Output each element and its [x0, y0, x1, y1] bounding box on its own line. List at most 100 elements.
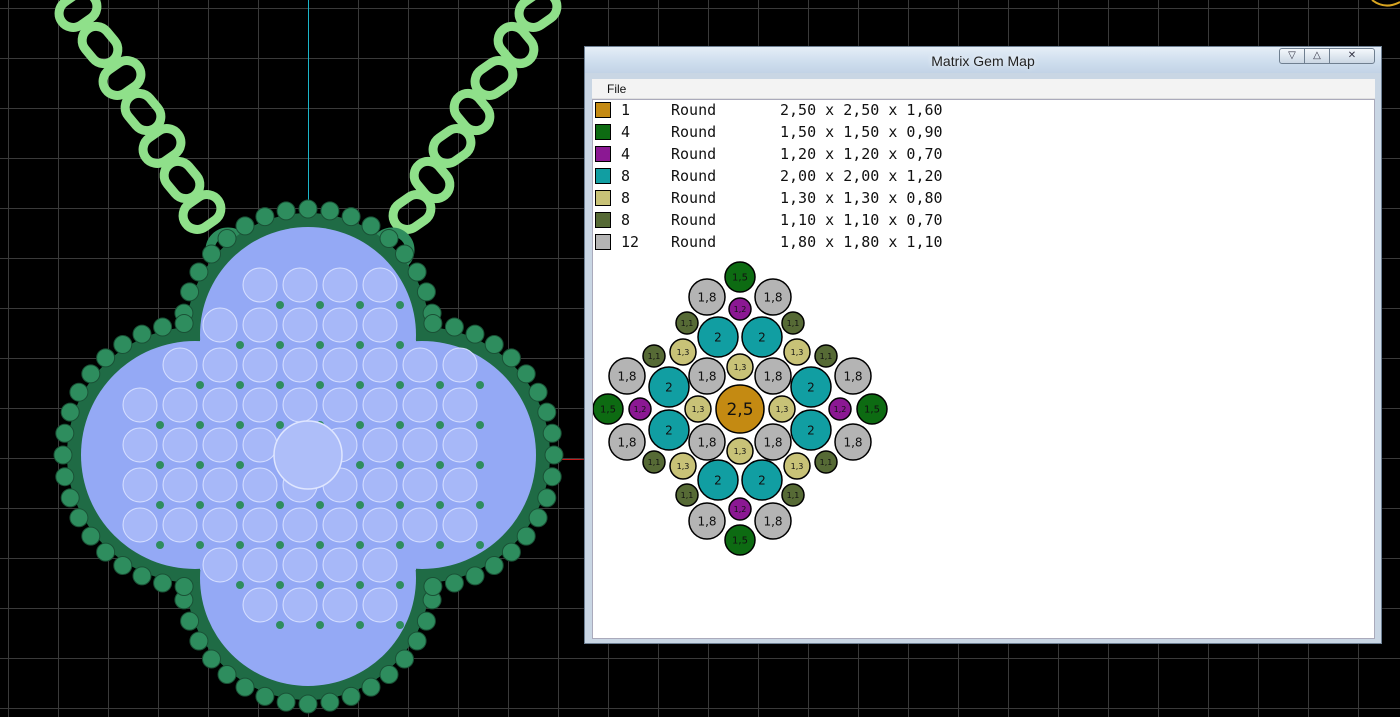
legend-row: 1 Round 2,50 x 2,50 x 1,60: [593, 100, 1093, 122]
corner-gizmo-icon: [1371, 0, 1400, 7]
prong: [156, 541, 164, 549]
gem-size-label: 2: [714, 473, 722, 487]
gem-size-label: 1,2: [734, 305, 747, 314]
gem-size-label: 1,2: [734, 505, 747, 514]
prong: [476, 461, 484, 469]
maximize-button[interactable]: △: [1304, 48, 1330, 64]
pave-stone: [282, 307, 318, 343]
prong: [236, 421, 244, 429]
gem-size-label: 1,2: [634, 405, 647, 414]
stone-shape: Round: [671, 145, 717, 163]
gem-size-label: 2,5: [726, 400, 753, 420]
edge-bead: [444, 573, 464, 593]
prong: [436, 421, 444, 429]
pave-stone: [282, 267, 318, 303]
prong: [196, 501, 204, 509]
edge-bead: [81, 364, 101, 384]
prong: [236, 461, 244, 469]
edge-bead: [395, 244, 414, 264]
prong: [276, 541, 284, 549]
gem-size-label: 1,8: [697, 514, 716, 528]
gem-size-label: 2: [665, 380, 673, 394]
edge-bead: [528, 382, 548, 402]
pave-stone: [122, 467, 158, 503]
gem-size-label: 1,3: [734, 363, 747, 372]
edge-bead: [416, 282, 436, 302]
maximize-icon: △: [1313, 50, 1321, 61]
pave-stone: [162, 507, 198, 543]
edge-bead: [407, 262, 427, 282]
pave-stone: [322, 507, 358, 543]
prong: [316, 541, 324, 549]
pave-stone: [282, 507, 318, 543]
edge-bead: [69, 508, 89, 528]
pave-stone: [162, 467, 198, 503]
matrix-gem-map-window[interactable]: Matrix Gem Map ▽ △ ✕ File 1 Round 2,50 x 2…: [584, 46, 1382, 644]
pave-stone: [202, 427, 238, 463]
stone-dimensions: 1,10 x 1,10 x 0,70: [780, 211, 943, 229]
legend-row: 4 Round 1,20 x 1,20 x 0,70: [593, 144, 1093, 166]
edge-bead: [153, 573, 173, 593]
title-bar[interactable]: Matrix Gem Map ▽ △ ✕: [585, 47, 1381, 73]
pave-stone: [322, 347, 358, 383]
pave-stone: [282, 587, 318, 623]
prong: [476, 501, 484, 509]
gem-size-label: 2: [758, 473, 766, 487]
close-button[interactable]: ✕: [1329, 48, 1375, 64]
pave-stone: [162, 387, 198, 423]
edge-bead: [423, 314, 443, 333]
edge-bead: [528, 508, 548, 528]
prong: [396, 461, 404, 469]
center-stone: [273, 420, 343, 490]
prong: [396, 501, 404, 509]
edge-bead: [379, 665, 399, 684]
edge-bead: [174, 314, 194, 333]
prong: [356, 461, 364, 469]
pave-stone: [322, 387, 358, 423]
prong: [236, 501, 244, 509]
edge-bead: [395, 649, 414, 669]
edge-bead: [255, 207, 275, 227]
prong: [356, 421, 364, 429]
edge-bead: [320, 692, 340, 712]
pave-stone: [402, 427, 438, 463]
edge-bead: [153, 317, 173, 337]
gem-size-label: 1,8: [617, 369, 636, 383]
pave-stone: [162, 347, 198, 383]
window-title: Matrix Gem Map: [931, 53, 1035, 69]
menu-file[interactable]: File: [607, 82, 626, 96]
pave-stone: [322, 267, 358, 303]
pave-stone: [122, 387, 158, 423]
prong: [436, 501, 444, 509]
prong: [356, 341, 364, 349]
pendant-model[interactable]: [0, 0, 590, 717]
prong: [276, 501, 284, 509]
pave-stone: [442, 387, 478, 423]
pave-stone: [202, 547, 238, 583]
prong: [476, 381, 484, 389]
edge-bead: [255, 686, 275, 706]
edge-bead: [235, 216, 255, 236]
edge-bead: [361, 216, 381, 236]
prong: [196, 381, 204, 389]
edge-bead: [132, 566, 152, 586]
prong: [236, 581, 244, 589]
pave-stone: [202, 347, 238, 383]
minimize-button[interactable]: ▽: [1279, 48, 1305, 64]
prong: [316, 301, 324, 309]
pave-stone: [362, 547, 398, 583]
prong: [236, 341, 244, 349]
prong: [396, 341, 404, 349]
edge-bead: [341, 686, 361, 706]
legend-row: 8 Round 2,00 x 2,00 x 1,20: [593, 166, 1093, 188]
color-swatch: [595, 102, 611, 118]
edge-bead: [320, 201, 340, 221]
pave-stone: [242, 467, 278, 503]
gem-size-label: 1,1: [820, 352, 833, 361]
stone-dimensions: 2,00 x 2,00 x 1,20: [780, 167, 943, 185]
prong: [236, 541, 244, 549]
stone-count: 4: [621, 145, 631, 163]
stone-count: 8: [621, 167, 631, 185]
edge-bead: [53, 445, 73, 465]
gem-size-label: 1,8: [697, 369, 716, 383]
